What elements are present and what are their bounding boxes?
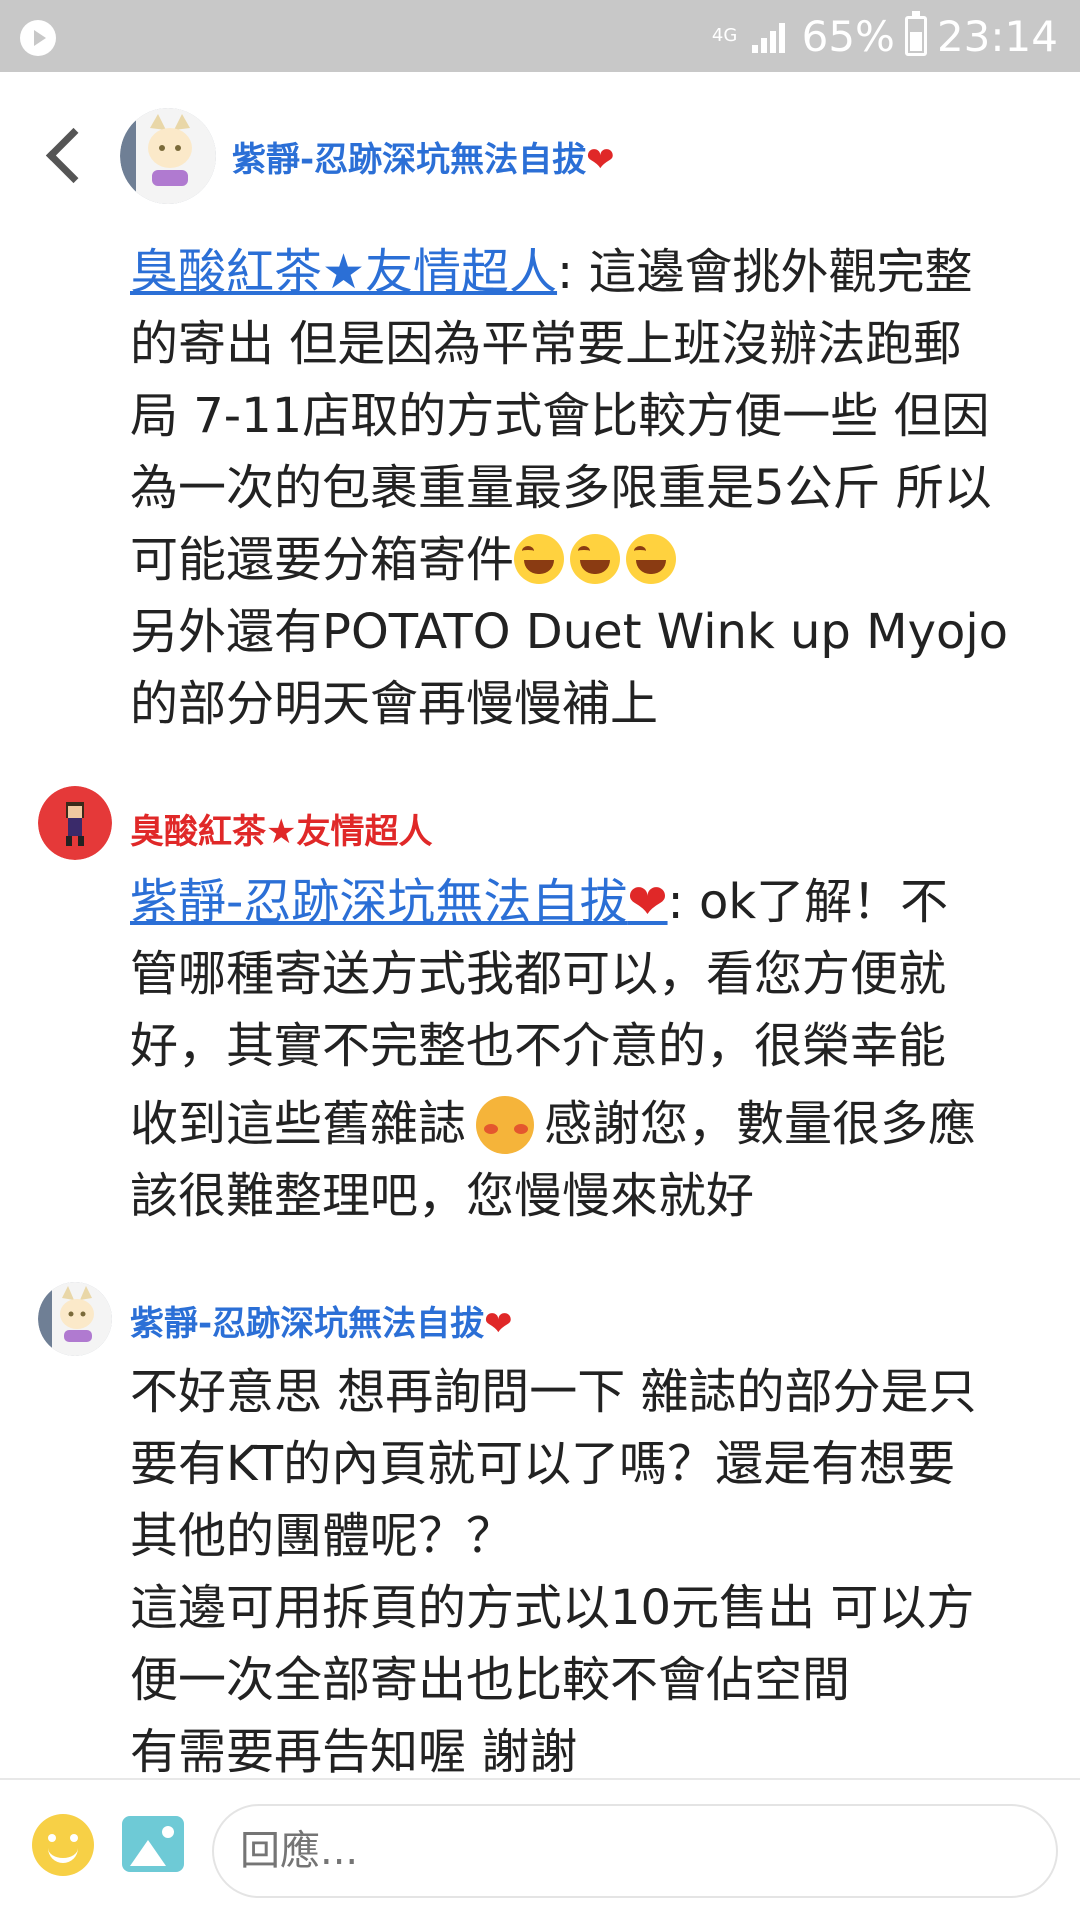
comment2-author-name[interactable]: 紫靜-忍跡深坑無法自拔❤ <box>130 1296 513 1345</box>
comment-line: 其他的團體呢？？ <box>130 1508 515 1564</box>
blushing-emoji-icon <box>476 1096 535 1154</box>
image-upload-icon[interactable] <box>122 1816 184 1872</box>
comment2-author-text: 紫靜-忍跡深坑無法自拔 <box>130 1304 485 1344</box>
reply-composer <box>0 1778 1080 1920</box>
back-arrow-icon[interactable] <box>44 132 84 172</box>
laughing-emoji-icon <box>626 534 677 584</box>
emoji-picker-icon[interactable] <box>32 1814 94 1876</box>
comment-line: 收到這些舊雜誌 感謝您，數量很多應 <box>130 1088 1050 1160</box>
comment1-line4a-text: 收到這些舊雜誌 <box>130 1096 467 1152</box>
battery-icon <box>904 11 927 56</box>
comment1-author-name[interactable]: 臭酸紅茶★友情超人 <box>130 804 432 853</box>
comment-line: 好，其實不完整也不介意的，很榮幸能 <box>130 1018 947 1074</box>
post-mention-link[interactable]: 臭酸紅茶★友情超人 <box>130 244 557 300</box>
comment-line: 便一次全部寄出也比較不會佔空間 <box>130 1652 851 1708</box>
comment1-mention-link[interactable]: 紫靜-忍跡深坑無法自拔❤ <box>130 874 668 930</box>
heart-icon: ❤ <box>586 140 615 180</box>
signal-strength-icon <box>751 19 792 53</box>
post-line: 為一次的包裹重量最多限重是5公斤 所以 <box>130 460 992 516</box>
post-line: 臭酸紅茶★友情超人: 這邊會挑外觀完整 <box>130 236 1050 308</box>
comment1-mention-text: 紫靜-忍跡深坑無法自拔 <box>130 874 628 930</box>
status-bar: 4G 65% 23:14 <box>0 0 1080 72</box>
network-type-label: 4G <box>711 25 738 46</box>
post-line: 的部分明天會再慢慢補上 <box>130 676 659 732</box>
reply-input[interactable] <box>212 1804 1058 1898</box>
author-avatar[interactable] <box>120 108 216 204</box>
comment-line: 管哪種寄送方式我都可以，看您方便就 <box>130 946 947 1002</box>
comment1-body: 紫靜-忍跡深坑無法自拔❤: ok了解！不 管哪種寄送方式我都可以，看您方便就 好… <box>130 866 1050 1232</box>
comment-line: 要有KT的內頁就可以了嗎？還是有想要 <box>130 1436 956 1492</box>
laughing-emoji-icon <box>514 534 565 584</box>
comment2-avatar[interactable] <box>38 1282 112 1356</box>
comment-line: 這邊可用拆頁的方式以10元售出 可以方 <box>130 1580 975 1636</box>
heart-icon: ❤ <box>627 874 668 930</box>
post-line-5-text: 可能還要分箱寄件 <box>130 532 515 588</box>
comment2-body: 不好意思 想再詢問一下 雜誌的部分是只 要有KT的內頁就可以了嗎？還是有想要 其… <box>130 1356 1050 1788</box>
comment-line: 該很難整理吧，您慢慢來就好 <box>130 1168 755 1224</box>
status-indicators: 4G 65% 23:14 <box>708 8 1058 64</box>
battery-percent: 65% <box>801 11 895 61</box>
heart-icon: ❤ <box>484 1304 513 1344</box>
post-line: 局 7-11店取的方式會比較方便一些 但因 <box>130 388 990 444</box>
post-line: 的寄出 但是因為平常要上班沒辦法跑郵 <box>130 316 962 372</box>
comment1-line1-text: : ok了解！不 <box>667 874 949 930</box>
laughing-emoji-icon <box>570 534 621 584</box>
app-notification-icon <box>20 20 56 56</box>
post-line: 另外還有POTATO Duet Wink up Myojo <box>130 604 1009 660</box>
post-line-1-text: : 這邊會挑外觀完整 <box>557 244 973 300</box>
post-body: 臭酸紅茶★友情超人: 這邊會挑外觀完整 的寄出 但是因為平常要上班沒辦法跑郵 局… <box>130 236 1050 740</box>
header-author-name[interactable]: 紫靜-忍跡深坑無法自拔❤ <box>232 132 615 181</box>
post-line: 可能還要分箱寄件 <box>130 524 1050 596</box>
comment1-line4b-text: 感謝您，數量很多應 <box>544 1096 977 1152</box>
header-author-text: 紫靜-忍跡深坑無法自拔 <box>232 140 587 180</box>
comment1-avatar[interactable] <box>38 786 112 860</box>
comment-line: 不好意思 想再詢問一下 雜誌的部分是只 <box>130 1364 977 1420</box>
comment-line: 紫靜-忍跡深坑無法自拔❤: ok了解！不 <box>130 866 1050 938</box>
clock: 23:14 <box>936 11 1058 61</box>
post-header: 紫靜-忍跡深坑無法自拔❤ <box>0 72 1080 242</box>
